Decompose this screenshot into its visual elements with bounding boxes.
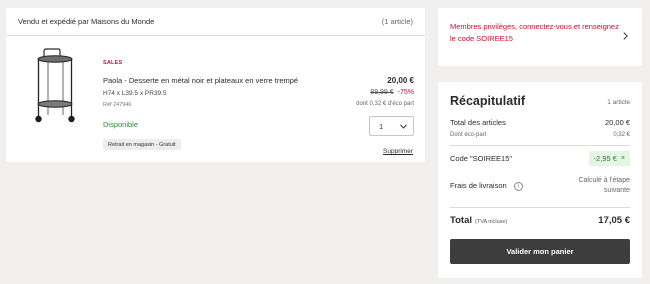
chevron-down-icon	[400, 123, 407, 129]
divider	[450, 207, 630, 208]
product-image[interactable]	[28, 47, 83, 124]
promo-code-chip: -2,95 € ×	[588, 151, 630, 166]
total-row: Total (TVA incluse) 17,05 €	[450, 215, 630, 226]
total-label: Total	[450, 215, 472, 226]
promo-code-value: -2,95 €	[593, 154, 617, 163]
product-dimensions: H74 x L39.5 x PR39.5	[103, 90, 167, 97]
quantity-value: 1	[379, 121, 384, 131]
total-tax-note: (TVA incluse)	[475, 219, 508, 225]
product-reference: Réf 247946	[103, 102, 132, 108]
product-name[interactable]: Paola - Desserte en métal noir et platea…	[103, 76, 298, 85]
cart-panel: Vendu et expédié par Maisons du Monde (1…	[6, 8, 425, 162]
remove-link[interactable]: Supprimer	[383, 148, 413, 155]
eco-value: 0,32 €	[613, 132, 630, 138]
price-discount-line: 89,99 € -75%	[370, 89, 414, 96]
discount-percent: -75%	[397, 89, 414, 96]
summary-title: Récapitulatif	[450, 94, 526, 108]
sales-badge: SALES	[103, 60, 123, 66]
chevron-right-icon	[623, 32, 628, 40]
subtotal-label: Total des articles	[450, 118, 506, 127]
summary-count: 1 article	[607, 99, 630, 106]
seller-label: Vendu et expédié par Maisons du Monde	[18, 17, 155, 26]
eco-label: Dont éco-part	[450, 132, 487, 138]
order-summary: Récapitulatif 1 article Total des articl…	[438, 82, 642, 278]
eco-row: Dont éco-part 0,32 €	[450, 132, 630, 138]
cart-header: Vendu et expédié par Maisons du Monde (1…	[6, 8, 425, 36]
availability-status: Disponible	[103, 120, 139, 129]
quantity-select[interactable]: 1	[369, 116, 414, 136]
promo-text: Membres privilèges, connectez-vous et re…	[450, 22, 619, 43]
article-count: (1 article)	[381, 17, 413, 26]
promo-banner[interactable]: Membres privilèges, connectez-vous et re…	[438, 8, 642, 66]
promo-code-label: Code "SOIREE15"	[450, 154, 513, 163]
shipping-label: Frais de livraison i	[450, 181, 523, 191]
eco-part-note: dont 0,32 € d'éco part	[356, 101, 414, 107]
subtotal-value: 20,00 €	[604, 118, 630, 127]
total-label-group: Total (TVA incluse)	[450, 215, 507, 226]
close-icon[interactable]: ×	[621, 155, 625, 162]
shipping-value: Calculé à l'étape suivante	[578, 177, 630, 194]
current-price: 20,00 €	[387, 76, 414, 85]
total-value: 17,05 €	[598, 215, 630, 226]
pickup-tag: Retrait en magasin - Gratuit	[103, 139, 181, 150]
subtotal-row: Total des articles 20,00 €	[450, 118, 630, 127]
shipping-row: Frais de livraison i Calculé à l'étape su…	[450, 176, 630, 196]
old-price: 89,99 €	[370, 89, 394, 96]
promo-code-row: Code "SOIREE15" -2,95 € ×	[450, 151, 630, 166]
shipping-label-text: Frais de livraison	[450, 181, 507, 191]
validate-cart-button[interactable]: Valider mon panier	[450, 239, 630, 264]
info-icon[interactable]: i	[513, 181, 523, 191]
divider	[450, 145, 630, 146]
